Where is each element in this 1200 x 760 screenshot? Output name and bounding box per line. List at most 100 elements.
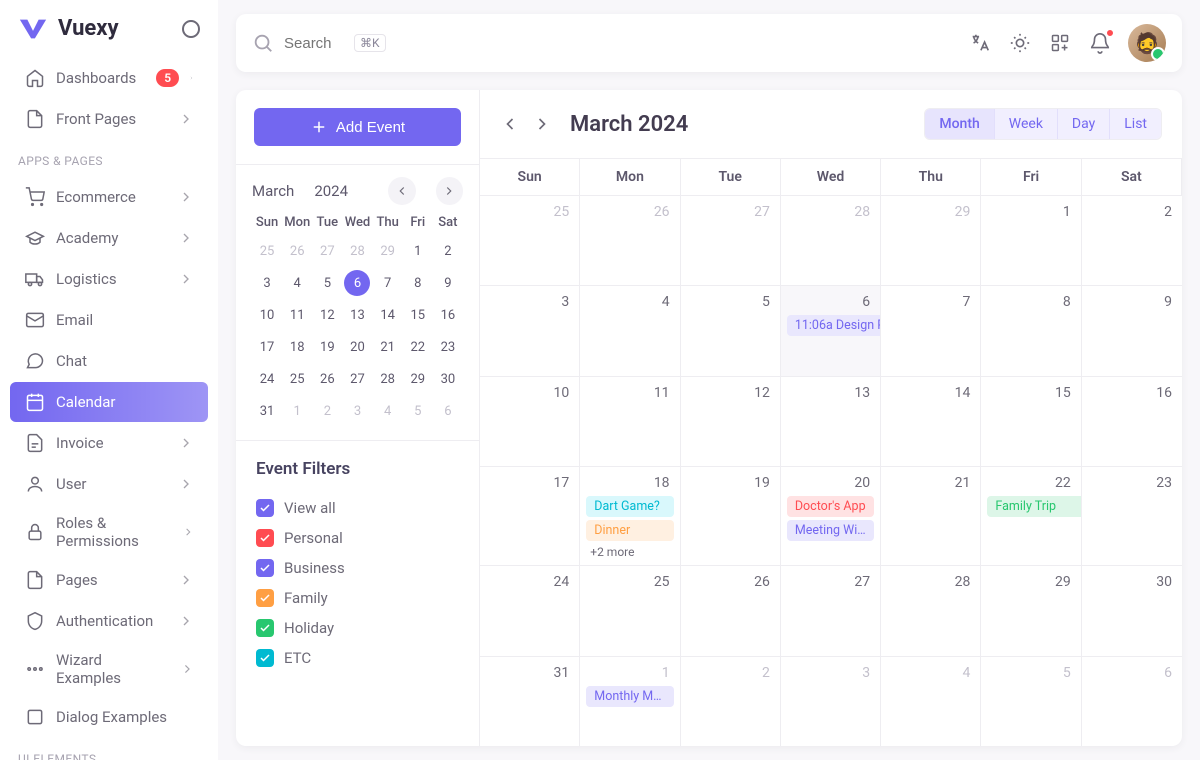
day-cell[interactable]: 11 [580,377,680,466]
nav-logistics[interactable]: Logistics [10,259,208,299]
filter-holiday[interactable]: Holiday [256,613,459,643]
mini-day[interactable]: 19 [312,336,342,358]
mini-day[interactable]: 27 [312,240,342,262]
day-cell[interactable]: 5 [981,657,1081,746]
view-month[interactable]: Month [925,109,994,139]
mini-day[interactable]: 3 [252,272,282,294]
mini-day[interactable]: 9 [433,272,463,294]
apps-icon[interactable] [1048,31,1072,55]
filter-business[interactable]: Business [256,553,459,583]
mini-day[interactable]: 8 [403,272,433,294]
mini-day[interactable]: 6 [344,270,370,296]
mini-day[interactable]: 6 [433,400,463,422]
mini-day[interactable]: 10 [252,304,282,326]
mini-day[interactable]: 21 [373,336,403,358]
mini-day[interactable]: 14 [373,304,403,326]
day-cell[interactable]: 23 [1082,467,1182,565]
cal-next-button[interactable] [532,114,552,134]
day-cell[interactable]: 29 [981,566,1081,655]
nav-pages[interactable]: Pages [10,560,208,600]
mini-day[interactable]: 25 [282,368,312,390]
event-chip[interactable]: Doctor's App [787,496,874,517]
mini-day[interactable]: 1 [282,400,312,422]
collapse-toggle-icon[interactable] [182,20,200,38]
day-cell[interactable]: 12 [681,377,781,466]
mini-day[interactable]: 7 [373,272,403,294]
search[interactable]: ⌘K [252,32,954,54]
day-cell[interactable]: 611:06a Design Review [781,286,881,375]
mini-day[interactable]: 24 [252,368,282,390]
day-cell[interactable]: 26 [580,196,680,285]
cal-prev-button[interactable] [500,114,520,134]
mini-day[interactable]: 5 [403,400,433,422]
day-cell[interactable]: 25 [580,566,680,655]
mini-day[interactable]: 3 [342,400,372,422]
day-cell[interactable]: 22Family Trip [981,467,1081,565]
event-chip[interactable]: Meeting With [787,520,874,541]
more-events-link[interactable]: +2 more [586,545,673,559]
view-day[interactable]: Day [1058,109,1110,139]
nav-invoice[interactable]: Invoice [10,423,208,463]
view-week[interactable]: Week [995,109,1058,139]
add-event-button[interactable]: Add Event [254,108,461,146]
mini-day[interactable]: 17 [252,336,282,358]
event-chip[interactable]: Family Trip [987,496,1081,517]
mini-day[interactable]: 29 [403,368,433,390]
mini-day[interactable]: 28 [342,240,372,262]
filter-etc[interactable]: ETC [256,643,459,673]
day-cell[interactable]: 9 [1082,286,1182,375]
day-cell[interactable]: 19 [681,467,781,565]
event-chip[interactable]: Monthly Mee [586,686,673,707]
mini-day[interactable]: 31 [252,400,282,422]
nav-calendar[interactable]: Calendar [10,382,208,422]
filter-personal[interactable]: Personal [256,523,459,553]
avatar[interactable]: 🧔 [1128,24,1166,62]
mini-day[interactable]: 30 [433,368,463,390]
mini-day[interactable]: 4 [373,400,403,422]
nav-roles-permissions[interactable]: Roles & Permissions [10,505,208,559]
theme-icon[interactable] [1008,31,1032,55]
nav-front-pages[interactable]: Front Pages [10,99,208,139]
day-cell[interactable]: 3 [781,657,881,746]
day-cell[interactable]: 13 [781,377,881,466]
mini-day[interactable]: 25 [252,240,282,262]
day-cell[interactable]: 20Doctor's AppMeeting With [781,467,881,565]
mini-prev-button[interactable] [388,177,415,205]
mini-day[interactable]: 11 [282,304,312,326]
nav-ecommerce[interactable]: Ecommerce [10,177,208,217]
nav-wizard-examples[interactable]: Wizard Examples [10,642,208,696]
nav-chat[interactable]: Chat [10,341,208,381]
day-cell[interactable]: 28 [781,196,881,285]
mini-day[interactable]: 26 [312,368,342,390]
mini-day[interactable]: 13 [342,304,372,326]
day-cell[interactable]: 29 [881,196,981,285]
nav-email[interactable]: Email [10,300,208,340]
search-input[interactable] [284,35,344,52]
day-cell[interactable]: 21 [881,467,981,565]
mini-day[interactable]: 1 [403,240,433,262]
event-chip[interactable]: 11:06a Design Review [787,315,881,336]
day-cell[interactable]: 26 [681,566,781,655]
bell-icon[interactable] [1088,31,1112,55]
mini-day[interactable]: 15 [403,304,433,326]
nav-dialog-examples[interactable]: Dialog Examples [10,697,208,737]
day-cell[interactable]: 28 [881,566,981,655]
mini-day[interactable]: 12 [312,304,342,326]
mini-day[interactable]: 28 [373,368,403,390]
mini-day[interactable]: 16 [433,304,463,326]
mini-day[interactable]: 20 [342,336,372,358]
day-cell[interactable]: 2 [1082,196,1182,285]
day-cell[interactable]: 25 [480,196,580,285]
mini-day[interactable]: 2 [312,400,342,422]
day-cell[interactable]: 30 [1082,566,1182,655]
mini-day[interactable]: 27 [342,368,372,390]
day-cell[interactable]: 27 [781,566,881,655]
mini-day[interactable]: 18 [282,336,312,358]
day-cell[interactable]: 1 [981,196,1081,285]
filter-view-all[interactable]: View all [256,493,459,523]
day-cell[interactable]: 5 [681,286,781,375]
day-cell[interactable]: 1Monthly Mee [580,657,680,746]
logo[interactable]: Vuexy [18,16,119,41]
day-cell[interactable]: 4 [580,286,680,375]
nav-authentication[interactable]: Authentication [10,601,208,641]
